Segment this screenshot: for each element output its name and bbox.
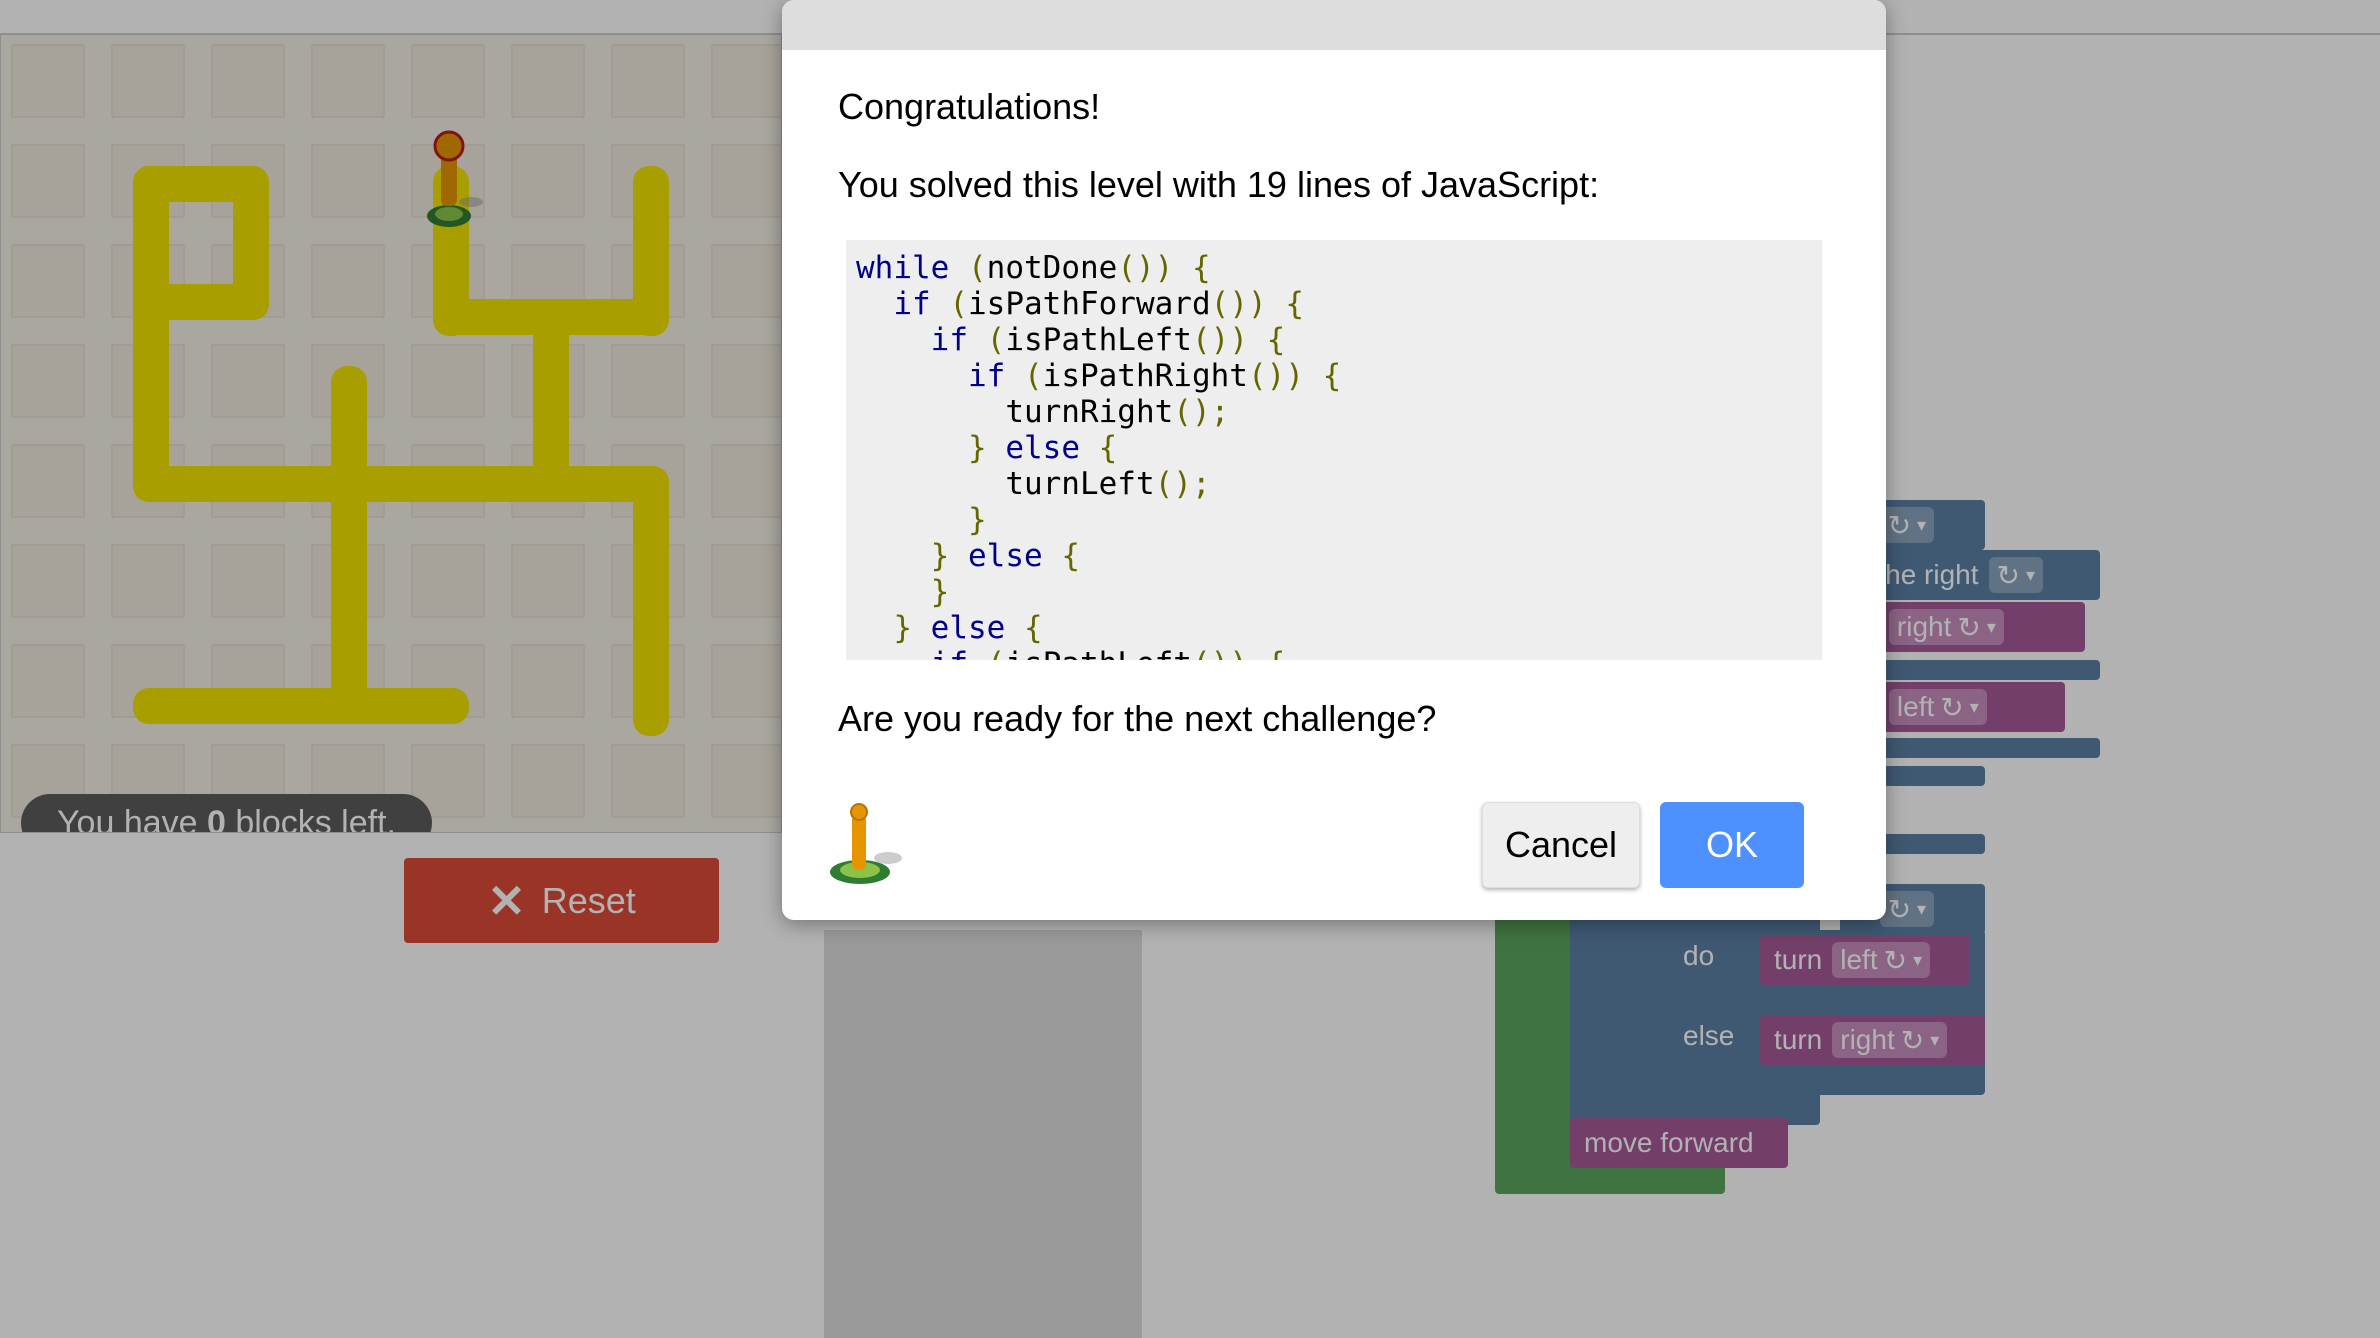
code-line: } bbox=[967, 502, 987, 538]
dialog-message: You solved this level with 19 lines of J… bbox=[838, 164, 1600, 205]
code-line: } else { bbox=[967, 430, 1118, 466]
code-listing: while (notDone()) { if (isPathForward())… bbox=[856, 250, 1341, 660]
ok-button[interactable]: OK bbox=[1660, 802, 1804, 888]
code-line: turnRight(); bbox=[1005, 394, 1230, 430]
dialog-title: Congratulations! bbox=[838, 86, 1101, 127]
pegman-icon bbox=[830, 803, 902, 884]
code-line: turnLeft(); bbox=[1005, 466, 1211, 502]
cancel-button[interactable]: Cancel bbox=[1482, 802, 1640, 888]
code-viewer[interactable]: while (notDone()) { if (isPathForward())… bbox=[846, 240, 1822, 660]
code-line: if (isPathForward()) { bbox=[893, 286, 1304, 322]
code-line: } else { bbox=[930, 538, 1080, 574]
dialog-header bbox=[782, 0, 1886, 50]
congratulations-dialog: Congratulations! You solved this level w… bbox=[782, 0, 1886, 920]
dialog-question: Are you ready for the next challenge? bbox=[838, 698, 1437, 739]
code-line: } bbox=[930, 574, 950, 610]
code-line: if (isPathRight()) { bbox=[967, 358, 1342, 394]
code-line: } else { bbox=[893, 610, 1043, 646]
code-line: while (notDone()) { bbox=[856, 250, 1211, 286]
code-line: if (isPathLeft()) { bbox=[930, 322, 1286, 358]
code-line: if (isPathLeft()) { bbox=[856, 646, 1341, 660]
